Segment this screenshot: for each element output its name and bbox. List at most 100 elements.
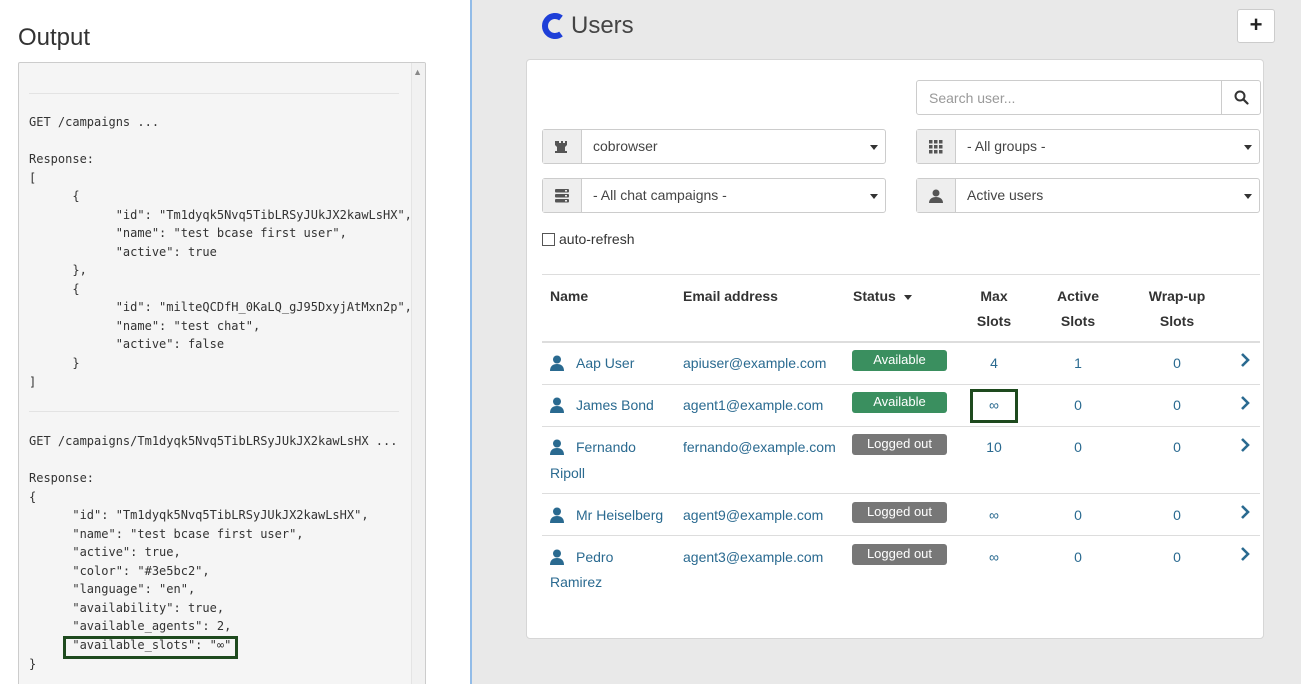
code-line: "active": true [29,245,217,259]
user-name-link[interactable]: Pedro [576,544,613,570]
code-line: "id": "milteQCDfH_0KaLQ_gJ95DxyjAtMxn2p"… [29,300,412,314]
wrapup-slots-value: 0 [1173,507,1181,523]
column-header-max-slots[interactable]: Max Slots [964,284,1024,334]
header-divider [542,341,1260,343]
user-name-link[interactable]: James Bond [576,392,654,418]
user-state-select[interactable]: Active users [916,178,1260,213]
code-line: "name": "test bcase first user", [29,226,347,240]
row-divider [542,493,1260,494]
user-name-link[interactable]: Fernando [576,434,636,460]
user-email-link[interactable]: agent3@example.com [683,544,823,570]
wrapup-slots-value: 0 [1173,355,1181,371]
active-slots-value: 0 [1074,507,1082,523]
row-divider [542,426,1260,427]
grid-icon [929,139,943,153]
max-slots-value[interactable]: 4 [964,350,1024,376]
chevron-down-icon [1244,194,1252,199]
code-line: Response: [29,471,95,485]
max-slots-value[interactable]: ∞ [964,502,1024,528]
column-header-active-slots-line2: Slots [1060,313,1096,329]
output-pane: Output ▲ GET /campaigns ... Response: [ … [0,0,471,684]
auto-refresh-checkbox[interactable] [542,232,555,246]
code-line: "active": false [29,337,225,351]
user-name-link-cont[interactable]: Ripoll [550,460,585,486]
user-name-link[interactable]: Mr Heiselberg [576,502,663,528]
chevron-down-icon [1244,145,1252,150]
campaign-select[interactable]: cobrowser [542,129,886,164]
search-button[interactable] [1221,81,1260,114]
groups-addon [917,130,956,163]
user-icon [550,507,564,523]
search-group [916,80,1261,115]
available-slots-highlight [63,636,238,659]
user-state-select-value: Active users [956,179,1259,212]
code-line: "available_agents": 2, [29,619,232,633]
chevron-right-icon[interactable] [1238,396,1252,410]
campaign-select-value: cobrowser [582,130,885,163]
campaign-select-label: cobrowser [593,138,658,154]
search-input[interactable] [917,81,1221,114]
column-header-wrapup-slots[interactable]: Wrap-up Slots [1139,284,1215,334]
user-icon [550,355,564,371]
sort-caret-icon [903,294,912,300]
user-email-link[interactable]: apiuser@example.com [683,350,826,376]
output-title: Output [18,24,91,51]
code-line: "color": "#3e5bc2", [29,564,210,578]
separator [29,93,399,94]
users-panel: cobrowser - All groups - [526,59,1264,639]
auto-refresh-toggle[interactable]: auto-refresh [542,231,634,247]
auto-refresh-label: auto-refresh [559,231,635,247]
code-line: }, [29,263,87,277]
code-line: { [29,282,80,296]
code-line: GET /campaigns/Tm1dyqk5Nvq5TibLRSyJUkJX2… [29,434,398,448]
chevron-right-icon[interactable] [1238,353,1252,367]
output-code-box[interactable]: ▲ GET /campaigns ... Response: [ { "id":… [18,62,426,684]
column-header-name[interactable]: Name [550,284,588,309]
user-email-link[interactable]: agent1@example.com [683,392,823,418]
code-line: "name": "test chat", [29,319,261,333]
user-state-addon [917,179,956,212]
user-name-link-cont[interactable]: Ramirez [550,569,602,595]
code-line: [ [29,171,37,185]
user-email-link[interactable]: fernando@example.com [683,434,836,460]
groups-select[interactable]: - All groups - [916,129,1260,164]
search-icon [1234,90,1249,105]
active-slots-value: 0 [1074,439,1082,455]
scrollbar[interactable]: ▲ [411,63,425,684]
chevron-right-icon[interactable] [1238,438,1252,452]
add-user-button[interactable]: + [1237,9,1275,43]
code-line: "availability": true, [29,601,225,615]
chat-campaigns-select-label: - All chat campaigns - [593,187,727,203]
user-state-select-label: Active users [967,187,1044,203]
column-header-wrapup-slots-line1: Wrap-up [1148,288,1206,304]
page-title: Users [571,12,634,39]
code-line: GET /campaigns ... [29,115,160,129]
code-line: "language": "en", [29,582,196,596]
max-slots-highlight [970,389,1018,423]
max-slots-value[interactable]: ∞ [964,544,1024,570]
column-header-status[interactable]: Status [853,284,912,309]
users-app: Users + cobrowser [472,0,1301,684]
status-badge: Logged out [852,502,947,523]
code-line: "active": true, [29,545,181,559]
chevron-right-icon[interactable] [1238,547,1252,561]
user-email-link[interactable]: agent9@example.com [683,502,823,528]
user-icon [550,397,564,413]
campaign-addon [543,130,582,163]
max-slots-value[interactable]: 10 [964,434,1024,460]
wrapup-slots-value: 0 [1173,439,1181,455]
chat-campaigns-select[interactable]: - All chat campaigns - [542,178,886,213]
scroll-up-arrow-icon[interactable]: ▲ [413,67,422,77]
chevron-right-icon[interactable] [1238,505,1252,519]
column-header-active-slots[interactable]: Active Slots [1048,284,1108,334]
column-header-email[interactable]: Email address [683,284,778,309]
user-name-link[interactable]: Aap User [576,350,634,376]
groups-select-label: - All groups - [967,138,1046,154]
active-slots-value: 0 [1074,397,1082,413]
code-line: } [29,657,37,671]
active-slots-value: 1 [1074,355,1082,371]
status-badge: Logged out [852,544,947,565]
code-line: "name": "test bcase first user", [29,527,304,541]
user-icon [550,549,564,565]
code-line: { [29,490,37,504]
